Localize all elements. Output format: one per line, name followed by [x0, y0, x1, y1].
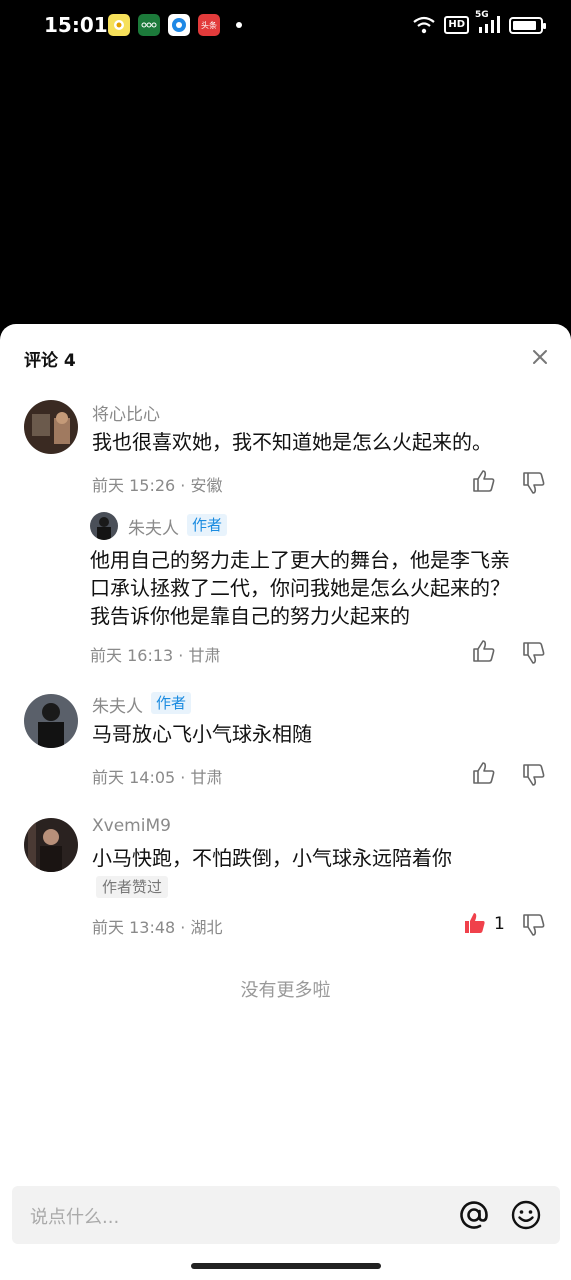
- reply-meta: 前天 16:13 · 甘肃: [90, 646, 221, 665]
- status-time: 15:01: [44, 13, 108, 37]
- dislike-button[interactable]: [521, 762, 547, 788]
- network-label: 5G: [475, 10, 489, 20]
- emoji-icon: [511, 1200, 541, 1230]
- close-icon: [533, 350, 547, 364]
- mention-button[interactable]: [458, 1199, 490, 1231]
- comment-meta: 前天 14:05 · 甘肃: [92, 768, 223, 787]
- wifi-icon: [412, 14, 436, 36]
- dislike-button[interactable]: [521, 640, 547, 666]
- dislike-button[interactable]: [521, 470, 547, 496]
- comment-content[interactable]: 小马快跑，不怕跌倒，小气球永远陪着你: [92, 844, 452, 872]
- thumbs-down-icon: [523, 914, 545, 936]
- avatar[interactable]: [24, 400, 78, 454]
- like-button[interactable]: [462, 910, 488, 936]
- comment-username[interactable]: 朱夫人: [92, 692, 143, 717]
- comment-content[interactable]: 马哥放心飞小气球永相随: [92, 720, 312, 748]
- dislike-button[interactable]: [521, 912, 547, 938]
- comment-meta: 前天 15:26 · 安徽: [92, 476, 223, 495]
- like-button[interactable]: [471, 468, 497, 494]
- like-count: 1: [494, 914, 505, 934]
- home-indicator[interactable]: [191, 1263, 381, 1269]
- reply-username[interactable]: 朱夫人: [128, 514, 179, 539]
- comment-meta: 前天 13:48 · 湖北: [92, 918, 223, 937]
- system-icons: HD 5G: [412, 10, 546, 36]
- wechat-pay-icon: [138, 14, 160, 36]
- comment-username[interactable]: 将心比心: [92, 400, 160, 425]
- like-button[interactable]: [471, 638, 497, 664]
- comment-content[interactable]: 我也很喜欢她，我不知道她是怎么火起来的。: [92, 428, 492, 456]
- thumbs-up-icon: [473, 762, 495, 784]
- reply-content-line[interactable]: 口承认拯救了二代，你问我她是怎么火起来的？: [90, 574, 510, 602]
- more-notifications-dot: [236, 22, 242, 28]
- thumbs-down-icon: [523, 642, 545, 664]
- battery-fill: [513, 20, 536, 30]
- sheet-title: 评论 4: [24, 351, 76, 371]
- reply-content-line[interactable]: 他用自己的努力走上了更大的舞台，他是李飞亲: [90, 546, 510, 574]
- reply-avatar[interactable]: [90, 512, 118, 540]
- notification-icons: 头条: [108, 14, 242, 36]
- status-bar: 15:01 头条 HD 5G: [0, 0, 571, 52]
- comment-input[interactable]: 说点什么...: [12, 1186, 560, 1244]
- signal-5g-icon: 5G: [475, 10, 501, 36]
- notification-app-icon: [108, 14, 130, 36]
- reply-content-line[interactable]: 我告诉你他是靠自己的努力火起来的: [90, 602, 410, 630]
- emoji-button[interactable]: [510, 1199, 542, 1231]
- battery-icon: [509, 16, 546, 34]
- author-liked-badge: 作者赞过: [96, 876, 169, 898]
- like-button[interactable]: [471, 760, 497, 786]
- at-icon: [460, 1201, 488, 1229]
- toutiao-icon: 头条: [198, 14, 220, 36]
- comment-sheet: 评论 4 将心比心 我也很喜欢她，我不知道她是怎么火起来的。 前天 15:26 …: [0, 324, 571, 1280]
- close-button[interactable]: [529, 346, 551, 368]
- avatar[interactable]: [24, 818, 78, 872]
- hd-icon: HD: [444, 14, 469, 36]
- hd-badge: HD: [444, 16, 469, 34]
- author-tag: 作者: [187, 514, 228, 536]
- thumbs-down-icon: [523, 764, 545, 786]
- author-tag: 作者: [151, 692, 192, 714]
- comment-username[interactable]: XvemiM9: [92, 816, 171, 836]
- thumbs-down-icon: [523, 472, 545, 494]
- thumbs-up-icon: [473, 470, 495, 492]
- comment-input-placeholder: 说点什么...: [30, 1207, 120, 1228]
- no-more-label: 没有更多啦: [240, 980, 331, 1001]
- thumbs-up-icon: [473, 640, 495, 662]
- browser-icon: [168, 14, 190, 36]
- thumbs-up-filled-icon: [465, 913, 485, 933]
- screen: 15:01 头条 HD 5G 评论 4 将心比心 我也很喜欢她，我不知道她是怎么…: [0, 0, 571, 1280]
- avatar[interactable]: [24, 694, 78, 748]
